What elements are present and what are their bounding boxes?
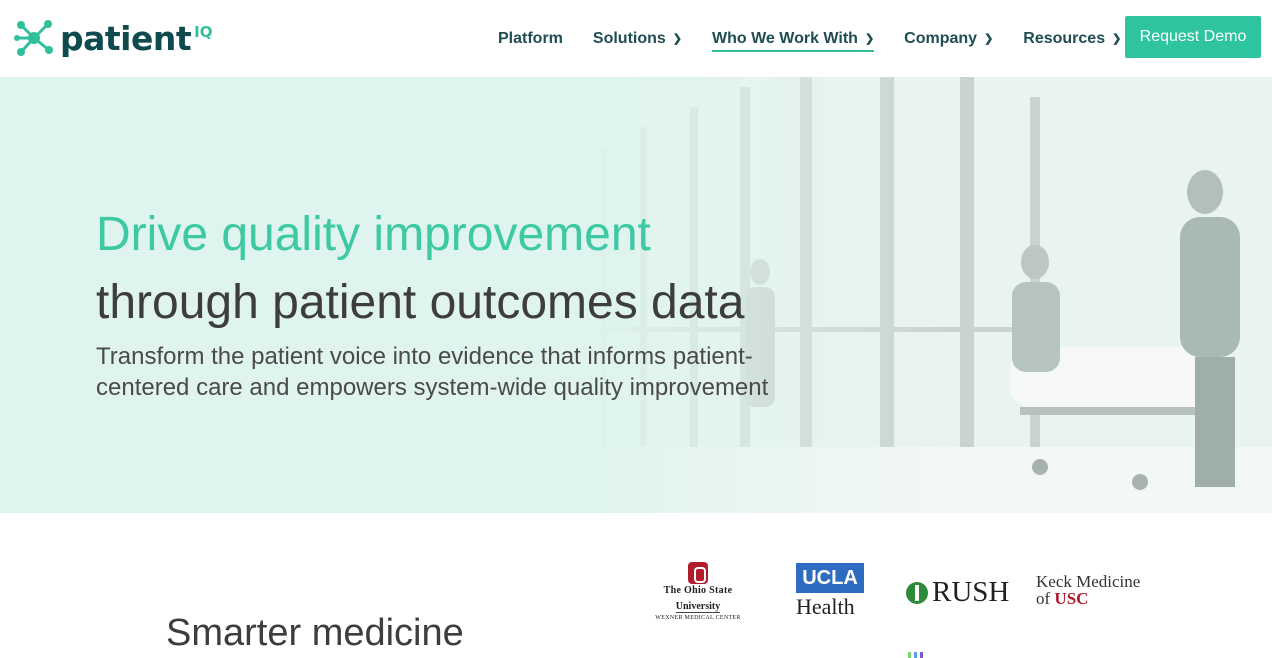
nav-who-we-work-with[interactable]: Who We Work With ❯ — [712, 29, 875, 52]
partial-logo-icon — [908, 652, 923, 658]
keck-of: of — [1036, 589, 1055, 608]
hero-title-line1: Drive quality improvement — [96, 208, 651, 261]
logo-brand-text: patient — [60, 18, 192, 58]
ohio-state-logo: The Ohio State University WEXNER MEDICAL… — [648, 562, 748, 623]
chevron-down-icon: ❯ — [1112, 33, 1122, 45]
partner-logos: The Ohio State University WEXNER MEDICAL… — [648, 560, 1148, 658]
ucla-health-logo: UCLA Health — [796, 563, 866, 620]
nav-resources[interactable]: Resources ❯ — [1023, 30, 1121, 48]
hero-subtitle: Transform the patient voice into evidenc… — [96, 343, 769, 401]
nav-company[interactable]: Company ❯ — [904, 30, 993, 48]
nav-resources-label: Resources — [1023, 29, 1106, 47]
logo-iq-text: IQ — [194, 23, 213, 41]
osu-line1: The Ohio State — [663, 585, 733, 596]
ucla-health-wordmark: Health — [796, 594, 855, 619]
keck-medicine-logo: Keck Medicine of USC — [1036, 573, 1140, 607]
chevron-down-icon: ❯ — [984, 33, 994, 45]
network-nodes-icon — [14, 20, 53, 56]
request-demo-button[interactable]: Request Demo — [1125, 16, 1261, 58]
keck-line2: of USC — [1036, 590, 1140, 607]
rush-logo: RUSH — [906, 576, 1009, 609]
hero-title-line2: through patient outcomes data — [96, 276, 745, 329]
main-nav: Platform Solutions ❯ Who We Work With ❯ … — [498, 0, 1151, 77]
osu-line2: University — [675, 601, 721, 613]
nav-solutions-label: Solutions — [592, 29, 666, 47]
osu-line3: WEXNER MEDICAL CENTER — [655, 615, 741, 621]
hero-section: Drive quality improvement through patien… — [0, 77, 1272, 513]
section-heading: Smarter medicine — [166, 612, 464, 654]
nav-platform[interactable]: Platform — [498, 30, 563, 48]
nav-platform-label: Platform — [498, 29, 563, 47]
rush-wordmark: RUSH — [932, 576, 1010, 608]
block-o-icon — [688, 562, 708, 584]
patientiq-logo[interactable]: patient IQ — [12, 16, 222, 60]
keck-usc: USC — [1054, 589, 1089, 608]
rush-leaf-icon — [906, 581, 928, 604]
nav-solutions[interactable]: Solutions ❯ — [593, 30, 682, 48]
nav-who-we-work-with-label: Who We Work With — [712, 29, 858, 47]
keck-line1: Keck Medicine — [1036, 572, 1141, 591]
ucla-wordmark: UCLA — [796, 563, 864, 593]
site-header: patient IQ Platform Solutions ❯ Who We W… — [0, 0, 1272, 77]
chevron-down-icon: ❯ — [864, 33, 875, 45]
chevron-down-icon: ❯ — [672, 33, 683, 45]
nav-company-label: Company — [904, 29, 978, 47]
